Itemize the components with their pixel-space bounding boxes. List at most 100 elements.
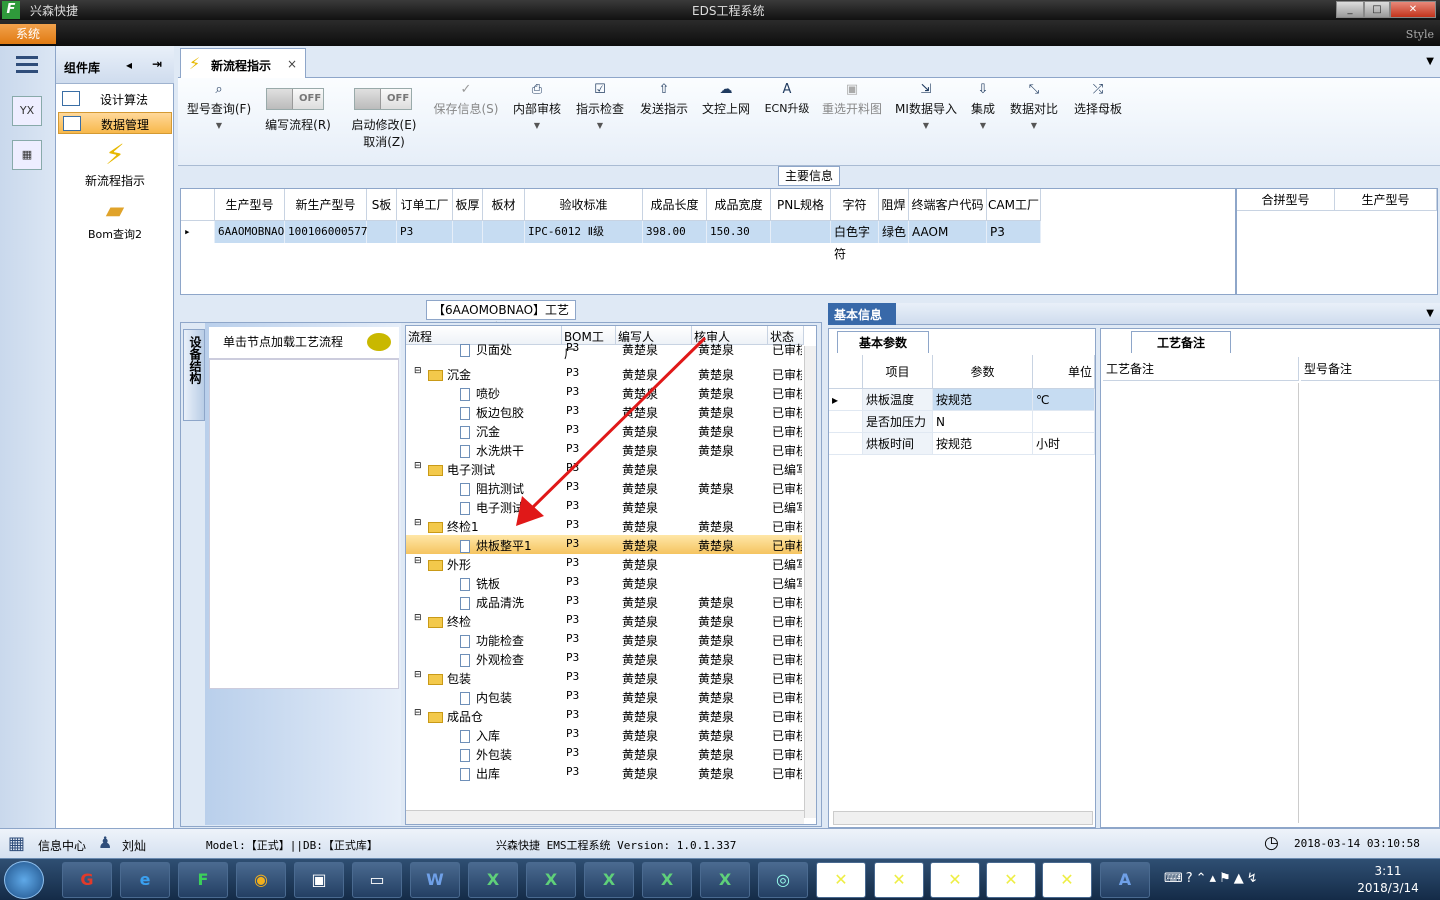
params-horizontal-scrollbar[interactable] — [833, 811, 1093, 825]
param-cell[interactable]: ℃ — [1033, 389, 1095, 411]
ecn-upgrade-button[interactable]: A ECN升级 — [762, 82, 812, 116]
collapse-icon[interactable]: ⊟ — [414, 556, 422, 566]
param-cell[interactable]: 烘板时间 — [863, 433, 933, 455]
main-col-header[interactable]: CAM工厂 — [987, 189, 1041, 221]
tab-new-flow-indicator[interactable]: ⚡ 新流程指示 × — [180, 48, 306, 78]
main-cell[interactable]: AAOM — [909, 221, 987, 243]
excel-icon[interactable]: X — [642, 862, 692, 898]
collapse-left-icon[interactable]: ◂ — [126, 58, 132, 72]
maximize-button[interactable]: □ — [1364, 1, 1390, 18]
tab-basic-params[interactable]: 基本参数 — [837, 331, 929, 353]
tree-row[interactable]: 出库 P3 黄楚泉 黄楚泉 已审核 — [406, 763, 802, 782]
start-modify-toggle[interactable]: OFF — [354, 88, 412, 110]
main-col-header[interactable]: 终端客户代码 — [909, 189, 987, 221]
scanner-icon[interactable]: ▭ — [352, 862, 402, 898]
yx-module-icon[interactable]: YX — [12, 96, 42, 126]
main-cell[interactable]: P3 — [987, 221, 1041, 243]
eds-app-icon[interactable]: F — [178, 862, 228, 898]
excel-icon[interactable]: X — [584, 862, 634, 898]
main-cell[interactable] — [483, 221, 525, 243]
save-disk-icon[interactable]: ▣ — [294, 862, 344, 898]
comp-item-data-management[interactable]: 数据管理 — [58, 112, 172, 134]
xls-window-icon[interactable]: ✕ — [816, 862, 866, 898]
doc-control-upload-button[interactable]: ☁ 文控上网 — [698, 82, 754, 117]
main-col-header[interactable]: 成品宽度 — [707, 189, 771, 221]
tab-device-structure[interactable]: 设备结构 — [183, 329, 205, 421]
main-cell[interactable] — [771, 221, 831, 243]
tab-dropdown-icon[interactable]: ▼ — [1426, 56, 1434, 67]
tree-horizontal-scrollbar[interactable] — [406, 810, 804, 824]
collapse-icon[interactable]: ⊟ — [414, 708, 422, 718]
main-col-header[interactable]: 订单工厂 — [397, 189, 453, 221]
tab-basic-info[interactable]: 基本信息 — [828, 303, 896, 325]
shell-icon[interactable]: ◉ — [236, 862, 286, 898]
pin-icon[interactable]: ⇥ — [152, 57, 162, 71]
tab-dropdown-icon[interactable]: ▼ — [1426, 308, 1434, 319]
main-cell[interactable]: 150.30 — [707, 221, 771, 243]
param-col-header[interactable]: 参数 — [933, 355, 1033, 389]
bom-query-launcher[interactable]: ▰ Bom查询2 — [56, 196, 174, 242]
system-menu-button[interactable]: 系统 — [0, 24, 56, 44]
merge-col-header[interactable]: 生产型号 — [1335, 189, 1437, 211]
xls-window-icon[interactable]: ✕ — [986, 862, 1036, 898]
xls-window-icon[interactable]: ✕ — [930, 862, 980, 898]
param-cell[interactable]: N — [933, 411, 1033, 433]
collapse-icon[interactable]: ⊟ — [414, 670, 422, 680]
excel-icon[interactable]: X — [468, 862, 518, 898]
xls-window-icon[interactable]: ✕ — [874, 862, 924, 898]
tree-row[interactable]: 成品清洗 P3 黄楚泉 黄楚泉 已审核 — [406, 592, 802, 611]
grid-icon[interactable]: ▦ — [8, 833, 25, 854]
param-col-header[interactable]: 单位 — [1033, 355, 1095, 389]
tab-close-icon[interactable]: × — [287, 57, 297, 71]
param-cell[interactable]: 按规范 — [933, 433, 1033, 455]
integrate-button[interactable]: ⇩ 集成 ▼ — [966, 82, 1000, 130]
param-cell[interactable]: 按规范 — [933, 389, 1033, 411]
main-cell[interactable] — [453, 221, 483, 243]
collapse-icon[interactable]: ⊟ — [414, 461, 422, 471]
cancel-button[interactable]: 取消(Z) — [344, 133, 424, 150]
main-col-header[interactable]: 板厚 — [453, 189, 483, 221]
taskbar-clock[interactable]: 3:11 2018/3/14 — [1348, 863, 1428, 897]
main-col-header[interactable]: 阻焊 — [879, 189, 909, 221]
message-center-link[interactable]: 信息中心 — [38, 837, 86, 854]
main-cell[interactable]: 绿色 — [879, 221, 909, 243]
new-flow-indicator-launcher[interactable]: ⚡ 新流程指示 — [56, 138, 174, 189]
excel-icon[interactable]: X — [526, 862, 576, 898]
collapse-icon[interactable]: ⊟ — [414, 366, 422, 376]
main-cell[interactable]: P3 — [397, 221, 453, 243]
main-col-header[interactable]: PNL规格 — [771, 189, 831, 221]
param-cell[interactable]: 烘板温度 — [863, 389, 933, 411]
model-query-button[interactable]: ⌕ 型号查询(F) ▼ — [184, 82, 254, 130]
process-remark-textarea[interactable] — [1103, 383, 1299, 823]
indicator-check-button[interactable]: ☑ 指示检查 ▼ — [572, 82, 628, 130]
main-cell[interactable]: 398.00 — [643, 221, 707, 243]
tree-row[interactable]: 入库 P3 黄楚泉 黄楚泉 已审核 — [406, 725, 802, 744]
main-col-header[interactable]: 字符 — [831, 189, 879, 221]
style-menu[interactable]: Style — [1406, 28, 1434, 41]
main-col-header[interactable]: 生产型号 — [215, 189, 285, 221]
tree-row[interactable]: 外形 ⊟ P3 黄楚泉 已编写 — [406, 554, 802, 573]
main-col-header[interactable]: S板 — [367, 189, 397, 221]
tree-row[interactable]: 铣板 P3 黄楚泉 已编写 — [406, 573, 802, 592]
main-cell[interactable]: 白色字符 — [831, 221, 879, 261]
main-col-header[interactable]: 成品长度 — [643, 189, 707, 221]
main-cell[interactable]: 10010600057732 — [285, 221, 381, 243]
ie-icon[interactable]: e — [120, 862, 170, 898]
tree-row[interactable]: 包装 ⊟ P3 黄楚泉 黄楚泉 已审核 — [406, 668, 802, 687]
tray-icons[interactable]: ⌨?⌃▴⚑▲↯ — [1164, 871, 1261, 886]
tree-row[interactable]: 外观检查 P3 黄楚泉 黄楚泉 已审核 — [406, 649, 802, 668]
param-cell[interactable] — [1033, 411, 1095, 433]
xls-window-icon[interactable]: ✕ — [1042, 862, 1092, 898]
doc-app-icon[interactable]: A — [1100, 862, 1150, 898]
param-cell[interactable]: 小时 — [1033, 433, 1095, 455]
comp-item-design-algorithm[interactable]: 设计算法 — [58, 88, 172, 110]
remark-col-header[interactable]: 工艺备注 — [1103, 357, 1299, 381]
param-col-header[interactable]: 项目 — [863, 355, 933, 389]
collapse-icon[interactable]: ⊟ — [414, 613, 422, 623]
main-cell[interactable]: 6AAOMOBNAO — [215, 221, 285, 243]
edit-flow-toggle[interactable]: OFF — [266, 88, 324, 110]
data-compare-button[interactable]: ⤡ 数据对比 ▼ — [1008, 82, 1060, 130]
reselect-cutting-chart-button[interactable]: ▣ 重选开料图 — [818, 82, 886, 117]
tree-row[interactable]: 终检 ⊟ P3 黄楚泉 黄楚泉 已审核 — [406, 611, 802, 630]
merge-col-header[interactable]: 合拼型号 — [1237, 189, 1335, 211]
